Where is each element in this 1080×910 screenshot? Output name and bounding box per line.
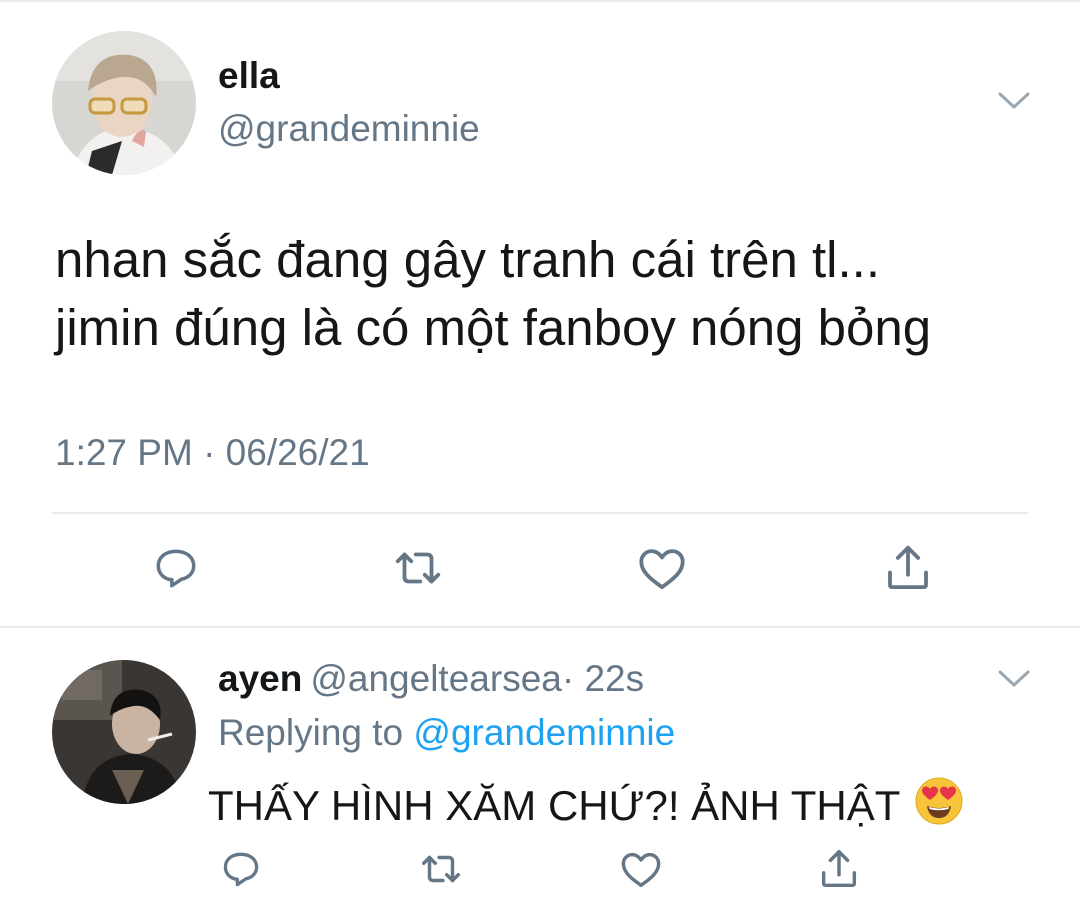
- divider: [52, 512, 1028, 514]
- reply-button[interactable]: [218, 848, 264, 894]
- share-icon: [816, 846, 862, 897]
- divider: [0, 626, 1080, 628]
- top-border: [0, 0, 1080, 2]
- author-avatar[interactable]: [52, 31, 196, 175]
- reply-author-handle[interactable]: @angeltearsea: [310, 658, 562, 699]
- tweet-timestamp[interactable]: 1:27 PM · 06/26/21: [55, 432, 370, 474]
- reply-header: ayen @angeltearsea· 22s: [218, 658, 644, 700]
- tweet-text: nhan sắc đang gây tranh cái trên tl... j…: [55, 226, 1055, 362]
- share-icon: [881, 541, 935, 600]
- chevron-down-icon[interactable]: [996, 666, 1032, 695]
- tweet-text-line: nhan sắc đang gây tranh cái trên tl...: [55, 231, 881, 288]
- heart-icon: [618, 846, 664, 897]
- heart-eyes-emoji-icon: [914, 776, 964, 836]
- reply-button[interactable]: [148, 542, 204, 598]
- retweet-icon: [418, 846, 464, 897]
- share-button[interactable]: [880, 542, 936, 598]
- chevron-down-icon[interactable]: [996, 88, 1032, 117]
- replying-to: Replying to @grandeminnie: [218, 712, 675, 754]
- author-name[interactable]: ella: [218, 55, 280, 97]
- retweet-button[interactable]: [418, 848, 464, 894]
- like-button[interactable]: [634, 542, 690, 598]
- replying-to-label: Replying to: [218, 712, 404, 753]
- reply-text-content: THẤY HÌNH XĂM CHỨ?! ẢNH THẬT: [208, 782, 901, 829]
- reply-avatar[interactable]: [52, 660, 196, 804]
- retweet-icon: [391, 541, 445, 600]
- reply-icon: [151, 543, 201, 598]
- reply-author-name[interactable]: ayen: [218, 658, 302, 699]
- replying-to-mention[interactable]: @grandeminnie: [413, 712, 675, 753]
- retweet-button[interactable]: [390, 542, 446, 598]
- tweet-text-line: jimin đúng là có một fanboy nóng bỏng: [55, 299, 932, 356]
- reply-icon: [219, 847, 263, 896]
- author-handle[interactable]: @grandeminnie: [218, 108, 480, 150]
- reply-time[interactable]: · 22s: [562, 658, 644, 699]
- share-button[interactable]: [816, 848, 862, 894]
- heart-icon: [635, 541, 689, 600]
- like-button[interactable]: [618, 848, 664, 894]
- reply-text: THẤY HÌNH XĂM CHỨ?! ẢNH THẬT: [208, 776, 964, 836]
